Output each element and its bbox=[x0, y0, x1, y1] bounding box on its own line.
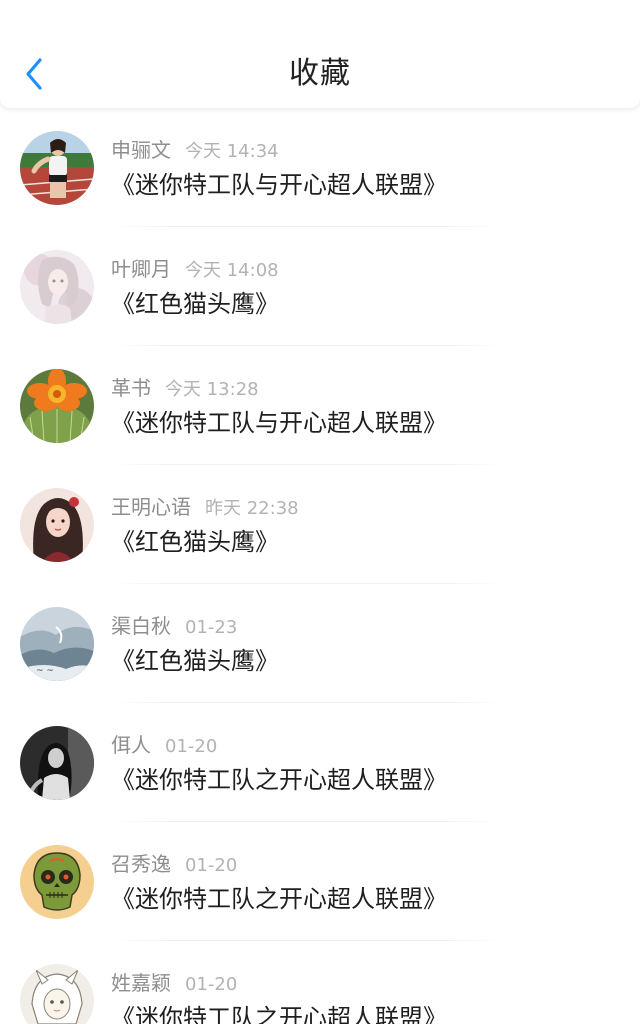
avatar[interactable] bbox=[20, 131, 94, 205]
avatar[interactable] bbox=[20, 964, 94, 1024]
item-title: 《迷你特工队与开心超人联盟》 bbox=[111, 409, 447, 437]
svg-text:~ ~: ~ ~ bbox=[36, 666, 54, 676]
list-item[interactable]: 叶卿月 今天 14:08 《红色猫头鹰》 bbox=[0, 227, 640, 346]
page-title: 收藏 bbox=[289, 56, 351, 91]
user-name: 申骊文 bbox=[111, 138, 171, 162]
item-title: 《红色猫头鹰》 bbox=[111, 290, 279, 318]
timestamp: 今天 13:28 bbox=[165, 379, 259, 400]
list-item[interactable]: 申骊文 今天 14:34 《迷你特工队与开心超人联盟》 bbox=[0, 108, 640, 227]
avatar-image: ~ ~ bbox=[20, 607, 94, 681]
list-item[interactable]: 召秀逸 01-20 《迷你特工队之开心超人联盟》 bbox=[0, 822, 640, 941]
user-name: 革书 bbox=[111, 376, 151, 400]
user-name: 王明心语 bbox=[111, 495, 191, 519]
avatar-image bbox=[20, 369, 94, 443]
avatar[interactable]: ~ ~ bbox=[20, 607, 94, 681]
list-item[interactable]: 革书 今天 13:28 《迷你特工队与开心超人联盟》 bbox=[0, 346, 640, 465]
timestamp: 昨天 22:38 bbox=[205, 498, 299, 519]
list-item[interactable]: 姓嘉颖 01-20 《迷你特工队之开心超人联盟》 bbox=[0, 941, 640, 1024]
item-title: 《迷你特工队与开心超人联盟》 bbox=[111, 171, 447, 199]
user-name: 姓嘉颖 bbox=[111, 971, 171, 995]
avatar-image bbox=[20, 250, 94, 324]
avatar[interactable] bbox=[20, 369, 94, 443]
timestamp: 今天 14:34 bbox=[185, 141, 279, 162]
avatar[interactable] bbox=[20, 726, 94, 800]
user-name: 叶卿月 bbox=[111, 257, 171, 281]
navigation-bar: 收藏 bbox=[0, 0, 640, 108]
avatar-image bbox=[20, 726, 94, 800]
user-name: 召秀逸 bbox=[111, 852, 171, 876]
timestamp: 01-20 bbox=[165, 736, 218, 757]
avatar-image bbox=[20, 845, 94, 919]
favorites-list: 申骊文 今天 14:34 《迷你特工队与开心超人联盟》 叶卿月 今天 14:08… bbox=[0, 108, 640, 1024]
item-title: 《红色猫头鹰》 bbox=[111, 647, 279, 675]
avatar-image bbox=[20, 964, 94, 1024]
list-item[interactable]: 佴人 01-20 《迷你特工队之开心超人联盟》 bbox=[0, 703, 640, 822]
timestamp: 01-23 bbox=[185, 617, 238, 638]
timestamp: 今天 14:08 bbox=[185, 260, 279, 281]
avatar-image bbox=[20, 131, 94, 205]
avatar[interactable] bbox=[20, 488, 94, 562]
favorites-page: 收藏 申骊文 今天 14:34 《迷你特工队与开心超人联盟》 叶卿月 今天 14… bbox=[0, 0, 640, 1024]
avatar[interactable] bbox=[20, 845, 94, 919]
timestamp: 01-20 bbox=[185, 974, 238, 995]
item-title: 《红色猫头鹰》 bbox=[111, 528, 279, 556]
item-title: 《迷你特工队之开心超人联盟》 bbox=[111, 766, 447, 794]
list-item[interactable]: ~ ~ 渠白秋 01-23 《红色猫头鹰》 bbox=[0, 584, 640, 703]
timestamp: 01-20 bbox=[185, 855, 238, 876]
user-name: 渠白秋 bbox=[111, 614, 171, 638]
item-title: 《迷你特工队之开心超人联盟》 bbox=[111, 1004, 447, 1024]
item-title: 《迷你特工队之开心超人联盟》 bbox=[111, 885, 447, 913]
avatar-image bbox=[20, 488, 94, 562]
user-name: 佴人 bbox=[111, 733, 151, 757]
avatar[interactable] bbox=[20, 250, 94, 324]
list-item[interactable]: 王明心语 昨天 22:38 《红色猫头鹰》 bbox=[0, 465, 640, 584]
